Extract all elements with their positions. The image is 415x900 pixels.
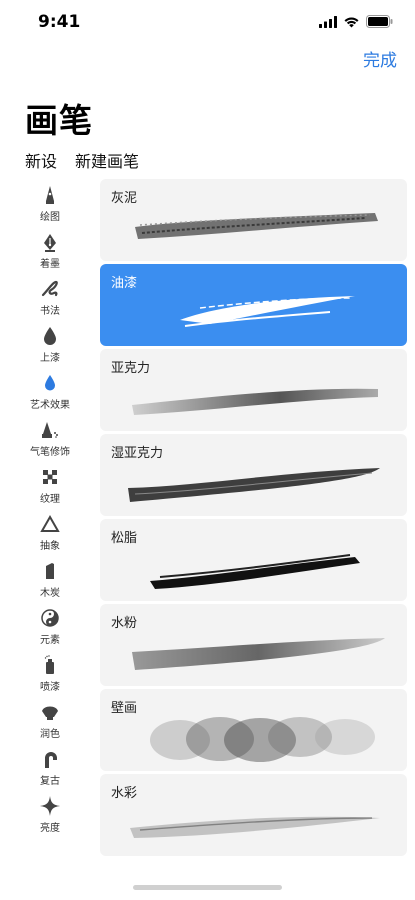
status-time: 9:41 (38, 12, 81, 32)
sidebar-item-inking[interactable]: 着墨 (22, 227, 78, 274)
wifi-icon (344, 17, 359, 27)
brush-name: 灰泥 (111, 191, 138, 206)
sidebar-item-label: 复古 (40, 776, 60, 787)
brush-stroke-preview (150, 554, 360, 589)
sidebar-item-calligraphy[interactable]: 书法 (22, 274, 78, 321)
header-actions: 新设 新建画笔 (25, 148, 139, 172)
page-title: 画笔 (25, 101, 93, 140)
brush-name: 水彩 (111, 786, 138, 801)
brush-card-wet-acrylic[interactable]: 湿亚克力 (100, 434, 407, 516)
brush-card-fresco[interactable]: 壁画 (100, 689, 407, 771)
brush-stroke-preview (132, 388, 378, 415)
sidebar-item-painting[interactable]: 上漆 (22, 321, 78, 368)
brush-list: 灰泥 油漆 亚克力 湿亚克力 松脂 水粉 壁画 水彩 (100, 179, 407, 859)
brush-card-watercolor[interactable]: 水彩 (100, 774, 407, 856)
airbrush-icon (42, 422, 58, 438)
sidebar-item-elements[interactable]: 元素 (22, 603, 78, 650)
calligraphy-squiggle-icon (41, 280, 58, 297)
sidebar-item-label: 木炭 (40, 588, 60, 599)
sidebar-item-label: 上漆 (40, 353, 60, 364)
sidebar-item-label: 亮度 (40, 823, 60, 834)
sidebar-item-sketching[interactable]: 绘图 (22, 180, 78, 227)
sidebar-item-abstract[interactable]: 抽象 (22, 509, 78, 556)
sidebar-item-label: 绘图 (40, 212, 60, 223)
status-bar: 9:41 (0, 0, 415, 44)
brush-stroke-preview (132, 638, 385, 670)
spray-can-icon (44, 655, 54, 674)
sidebar-item-label: 元素 (40, 635, 60, 646)
brush-stroke-preview (135, 213, 378, 239)
sidebar-item-label: 喷漆 (40, 682, 60, 693)
sparkle-star-icon (40, 796, 60, 816)
brush-stroke-preview (128, 468, 380, 502)
sidebar-item-spraypaints[interactable]: 喷漆 (22, 650, 78, 697)
brush-name: 湿亚克力 (111, 446, 164, 461)
shell-brush-icon (42, 706, 58, 720)
brush-name: 油漆 (111, 276, 138, 291)
sidebar-item-label: 艺术效果 (30, 400, 70, 411)
sidebar-item-label: 气笔修饰 (30, 447, 70, 458)
battery-icon (366, 15, 393, 28)
checker-texture-icon (43, 470, 57, 484)
brush-category-sidebar: 绘图 着墨 书法 上漆 艺术效果 气笔修饰 纹理 抽象 木炭 元素 喷漆 润色 … (22, 180, 78, 838)
brush-card-resin[interactable]: 松脂 (100, 519, 407, 601)
sidebar-item-textures[interactable]: 纹理 (22, 462, 78, 509)
sidebar-item-charcoals[interactable]: 木炭 (22, 556, 78, 603)
charcoal-stick-icon (46, 563, 54, 579)
brush-card-gouache[interactable]: 水粉 (100, 604, 407, 686)
status-icons (319, 15, 393, 28)
sidebar-item-touchups[interactable]: 润色 (22, 697, 78, 744)
yin-yang-icon (41, 609, 59, 627)
sidebar-item-label: 润色 (40, 729, 60, 740)
sidebar-item-label: 抽象 (40, 541, 60, 552)
sidebar-item-label: 书法 (40, 306, 60, 317)
sidebar-item-label: 纹理 (40, 494, 60, 505)
new-brush-button[interactable]: 新建画笔 (75, 148, 139, 172)
brush-card-oil-paint[interactable]: 油漆 (100, 264, 407, 346)
triangle-outline-icon (40, 514, 60, 532)
retro-arch-icon (45, 752, 57, 768)
sidebar-item-vintage[interactable]: 复古 (22, 744, 78, 791)
new-set-button[interactable]: 新设 (25, 148, 57, 172)
sidebar-item-airbrushing[interactable]: 气笔修饰 (22, 415, 78, 462)
brush-card-stucco[interactable]: 灰泥 (100, 179, 407, 261)
brush-name: 亚克力 (111, 361, 151, 376)
sidebar-item-luminance[interactable]: 亮度 (22, 791, 78, 838)
brush-stroke-preview (130, 816, 380, 838)
home-indicator (133, 885, 282, 890)
pen-nib-icon (44, 234, 56, 252)
paint-drop-icon (44, 327, 56, 345)
cellular-signal-icon (319, 15, 337, 28)
brush-stroke-preview (150, 717, 375, 762)
blue-drop-icon (45, 375, 55, 391)
brush-name: 水粉 (111, 616, 138, 631)
brush-name: 壁画 (111, 701, 138, 716)
brush-name: 松脂 (111, 531, 138, 546)
done-button[interactable]: 完成 (363, 46, 397, 71)
sidebar-item-label: 着墨 (40, 259, 60, 270)
brush-stroke-preview (180, 296, 355, 327)
sidebar-item-artistic[interactable]: 艺术效果 (22, 368, 78, 415)
pencil-tip-icon (46, 186, 54, 204)
brush-card-acrylic[interactable]: 亚克力 (100, 349, 407, 431)
